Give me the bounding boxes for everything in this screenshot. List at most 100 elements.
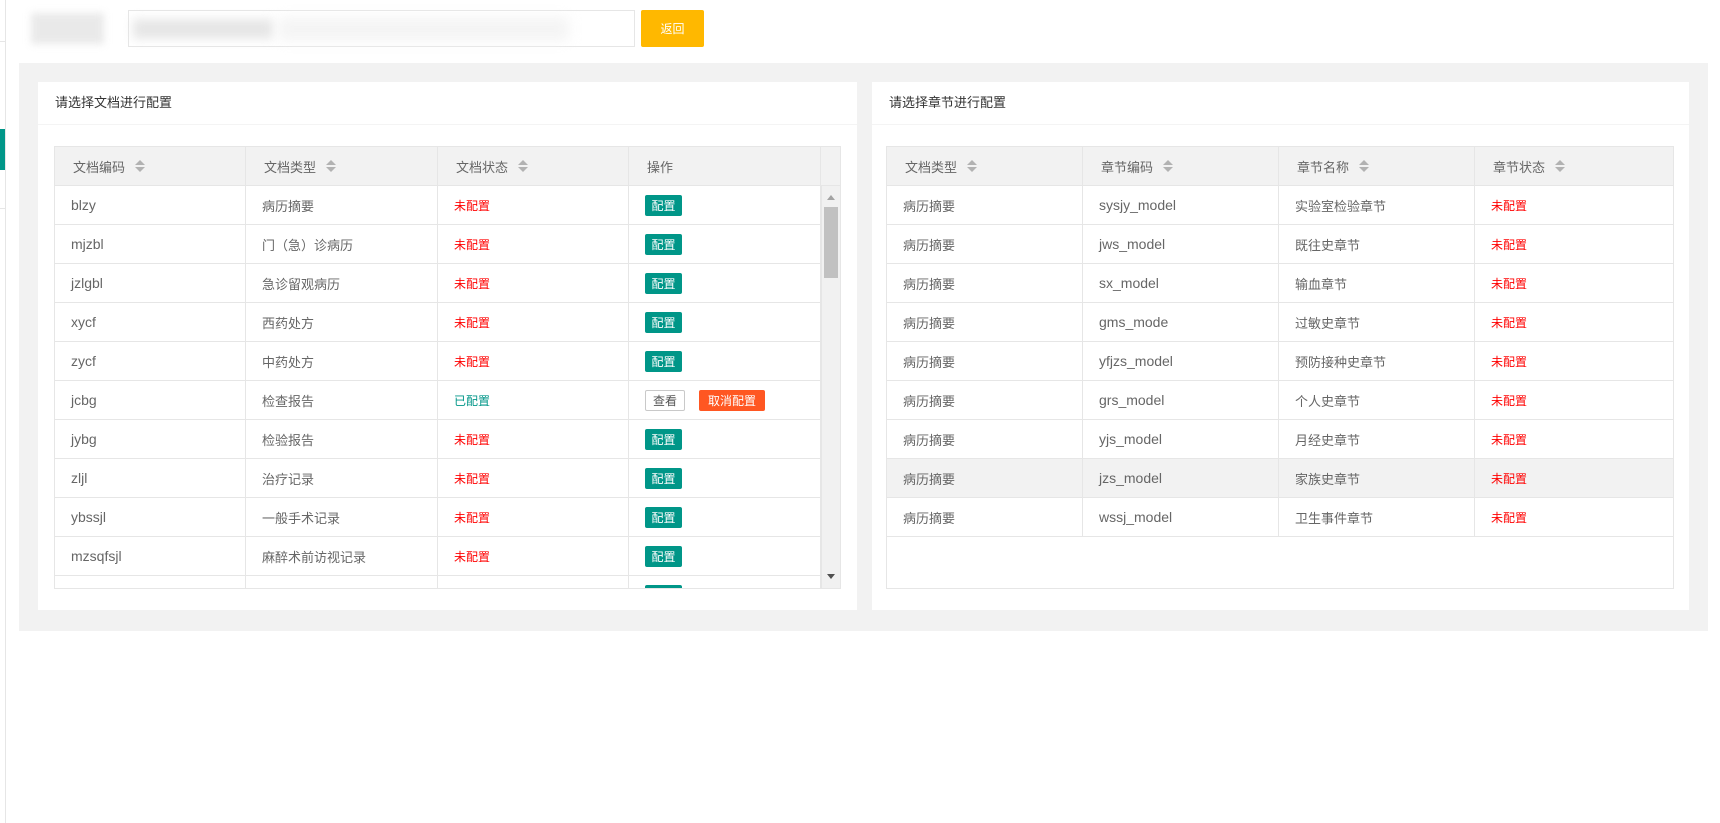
chapter-row-hovered: 病历摘要 jzs_model 家族史章节 未配置 — [887, 459, 1673, 498]
doc-code-cell: mjzbl — [55, 225, 246, 263]
chapter-name-cell: 卫生事件章节 — [1279, 498, 1475, 536]
chapter-name-cell: 实验室检验章节 — [1279, 186, 1475, 224]
chapter-doc-type-cell: 病历摘要 — [887, 459, 1083, 497]
sort-icon[interactable] — [326, 159, 337, 173]
chapter-code-cell: jzs_model — [1083, 459, 1279, 497]
scrollbar-thumb[interactable] — [824, 207, 838, 278]
column-header-label: 操作 — [647, 160, 674, 176]
sidebar-edge — [0, 0, 6, 823]
chapter-table-body: 病历摘要 sysjy_model 实验室检验章节 未配置 病历摘要 jws_mo… — [887, 186, 1673, 588]
chapter-status-cell: 未配置 — [1491, 510, 1528, 525]
column-header-chapter-code[interactable]: 章节编码 — [1083, 147, 1279, 185]
sidebar-active-indicator[interactable] — [0, 129, 5, 170]
chapter-row: 病历摘要 grs_model 个人史章节 未配置 — [887, 381, 1673, 420]
configure-button[interactable]: 配置 — [645, 467, 682, 489]
unconfigure-button[interactable]: 取消配置 — [699, 389, 765, 411]
chapter-table: 文档类型 章节编码 章节名称 章节状态 病历摘要 sysjy_model 实验室… — [886, 146, 1674, 589]
chapter-status-cell: 未配置 — [1491, 471, 1528, 486]
column-header-doc-type[interactable]: 文档类型 — [246, 147, 438, 185]
doc-action-cell: 配置 — [629, 186, 821, 224]
chapter-code-cell: gms_mode — [1083, 303, 1279, 341]
doc-status-cell: 已配置 — [438, 381, 629, 419]
sort-icon[interactable] — [1163, 159, 1174, 173]
document-table-body[interactable]: blzy 病历摘要 未配置 配置 mjzbl 门（急）诊病历 未配置 配置 jz… — [55, 186, 840, 588]
configure-button[interactable]: 配置 — [645, 350, 682, 372]
column-header-doc-status[interactable]: 文档状态 — [438, 147, 629, 185]
doc-action-cell: 配置 — [629, 498, 821, 536]
chapter-doc-type-cell: 病历摘要 — [887, 264, 1083, 302]
scroll-up-icon[interactable] — [827, 195, 835, 200]
doc-type-cell: 西药处方 — [246, 303, 438, 341]
chapter-status-cell: 未配置 — [1491, 432, 1528, 447]
configure-button[interactable]: 配置 — [645, 428, 682, 450]
doc-code-cell: mzsqfsjl — [55, 537, 246, 575]
column-header-chapter-name[interactable]: 章节名称 — [1279, 147, 1475, 185]
document-card-title: 请选择文档进行配置 — [38, 82, 857, 125]
document-row: jybg 检验报告 未配置 配置 — [55, 420, 821, 459]
doc-code-cell: jcbg — [55, 381, 246, 419]
sort-icon[interactable] — [135, 159, 146, 173]
sort-icon[interactable] — [1359, 159, 1370, 173]
chapter-row: 病历摘要 yjs_model 月经史章节 未配置 — [887, 420, 1673, 459]
doc-type-cell: 急诊留观病历 — [246, 264, 438, 302]
doc-type-cell: 一般手术记录 — [246, 498, 438, 536]
column-header-label: 文档状态 — [456, 160, 509, 176]
configure-button[interactable] — [645, 584, 682, 588]
chapter-code-cell: jws_model — [1083, 225, 1279, 263]
document-table: 文档编码 文档类型 文档状态 操作 blzy 病历摘要 未配置 配置 mjzbl… — [54, 146, 841, 589]
sort-icon[interactable] — [518, 159, 529, 173]
chapter-status-cell: 未配置 — [1491, 354, 1528, 369]
column-header-chapter-status[interactable]: 章节状态 — [1475, 147, 1673, 185]
chapter-status-cell: 未配置 — [1491, 393, 1528, 408]
doc-status-cell: 未配置 — [438, 303, 629, 341]
view-button[interactable]: 查看 — [645, 389, 685, 411]
configure-button[interactable]: 配置 — [645, 311, 682, 333]
doc-code-cell: zljl — [55, 459, 246, 497]
table-scrollbar[interactable] — [821, 186, 840, 588]
configure-button[interactable]: 配置 — [645, 272, 682, 294]
column-header-label: 章节编码 — [1101, 160, 1154, 176]
doc-status-cell — [438, 576, 629, 588]
chapter-row: 病历摘要 gms_mode 过敏史章节 未配置 — [887, 303, 1673, 342]
doc-status-cell: 未配置 — [438, 342, 629, 380]
sort-icon[interactable] — [1555, 159, 1566, 173]
chapter-row: 病历摘要 wssj_model 卫生事件章节 未配置 — [887, 498, 1673, 537]
back-button[interactable]: 返回 — [641, 10, 704, 47]
doc-type-cell: 检验报告 — [246, 420, 438, 458]
sidebar-divider — [0, 41, 5, 42]
scroll-down-icon[interactable] — [827, 574, 835, 579]
search-input[interactable] — [129, 11, 634, 46]
chapter-name-cell: 预防接种史章节 — [1279, 342, 1475, 380]
document-row: zycf 中药处方 未配置 配置 — [55, 342, 821, 381]
document-row: xycf 西药处方 未配置 配置 — [55, 303, 821, 342]
chapter-code-cell: grs_model — [1083, 381, 1279, 419]
column-header-doc-code[interactable]: 文档编码 — [55, 147, 246, 185]
document-row: mjzbl 门（急）诊病历 未配置 配置 — [55, 225, 821, 264]
chapter-doc-type-cell: 病历摘要 — [887, 498, 1083, 536]
doc-type-cell: 病历摘要 — [246, 186, 438, 224]
chapter-status-cell: 未配置 — [1491, 276, 1528, 291]
chapter-card-title: 请选择章节进行配置 — [872, 82, 1689, 125]
chapter-row: 病历摘要 jws_model 既往史章节 未配置 — [887, 225, 1673, 264]
configure-button[interactable]: 配置 — [645, 506, 682, 528]
document-config-card: 请选择文档进行配置 文档编码 文档类型 文档状态 操作 blzy 病历摘要 未配… — [38, 82, 857, 610]
doc-code-cell: blzy — [55, 186, 246, 224]
column-header-doc-type[interactable]: 文档类型 — [887, 147, 1083, 185]
doc-code-cell: zycf — [55, 342, 246, 380]
doc-action-cell: 配置 — [629, 459, 821, 497]
chapter-config-card: 请选择章节进行配置 文档类型 章节编码 章节名称 章节状态 病历摘要 sysjy… — [872, 82, 1689, 610]
chapter-code-cell: wssj_model — [1083, 498, 1279, 536]
sort-icon[interactable] — [967, 159, 978, 173]
doc-status-cell: 未配置 — [438, 498, 629, 536]
doc-action-cell: 查看 取消配置 — [629, 381, 821, 419]
search-box[interactable] — [128, 10, 635, 47]
doc-action-cell: 配置 — [629, 420, 821, 458]
doc-code-cell: jybg — [55, 420, 246, 458]
configure-button[interactable]: 配置 — [645, 545, 682, 567]
configure-button[interactable]: 配置 — [645, 194, 682, 216]
doc-code-cell — [55, 576, 246, 588]
chapter-name-cell: 输血章节 — [1279, 264, 1475, 302]
chapter-code-cell: sysjy_model — [1083, 186, 1279, 224]
doc-type-cell: 检查报告 — [246, 381, 438, 419]
configure-button[interactable]: 配置 — [645, 233, 682, 255]
